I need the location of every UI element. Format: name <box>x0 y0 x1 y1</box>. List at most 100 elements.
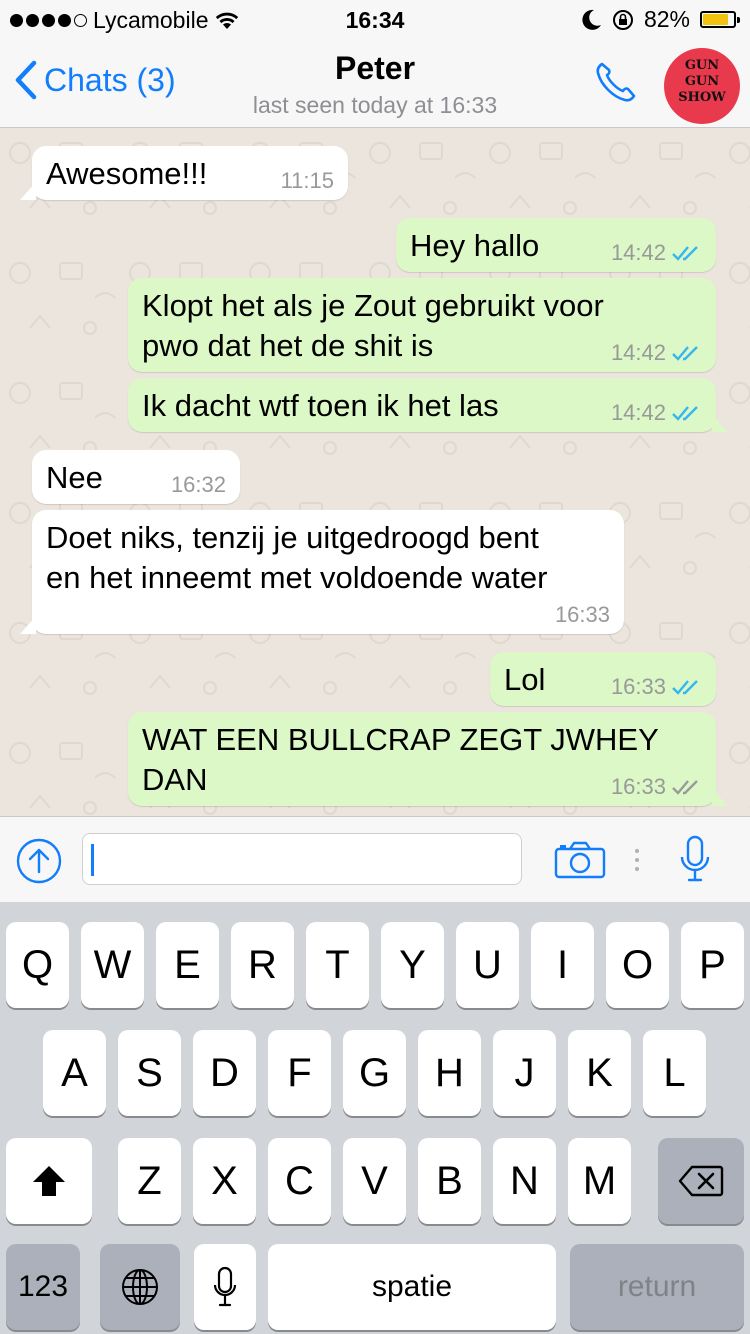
message-bubble-incoming[interactable]: Awesome!!! 11:15 <box>20 146 348 200</box>
double-check-read-icon <box>672 406 698 421</box>
message-bubble-incoming[interactable]: Nee 16:32 <box>32 450 240 504</box>
camera-icon <box>554 841 606 879</box>
key-i[interactable]: I <box>531 922 594 1008</box>
upload-arrow-icon <box>16 838 62 884</box>
avatar-logo: GUN GUN SHOW <box>664 58 740 106</box>
message-meta: 16:32 <box>171 472 226 498</box>
microphone-icon <box>680 835 710 882</box>
key-x[interactable]: X <box>193 1138 256 1224</box>
message-meta: 14:42 <box>611 400 702 426</box>
message-bubble-outgoing[interactable]: WAT EEN BULLCRAP ZEGT JWHEY DAN 16:33 <box>128 712 728 806</box>
double-check-read-icon <box>672 246 698 261</box>
message-bubble-outgoing[interactable]: Ik dacht wtf toen ik het las 14:42 <box>128 378 728 432</box>
more-dots-icon <box>635 849 639 871</box>
message-meta: 16:33 <box>555 602 610 628</box>
key-c[interactable]: C <box>268 1138 331 1224</box>
phone-icon <box>596 62 636 102</box>
shift-key[interactable] <box>6 1138 92 1224</box>
compose-bar <box>0 816 750 902</box>
call-button[interactable] <box>592 58 640 111</box>
key-p[interactable]: P <box>681 922 744 1008</box>
message-time: 16:33 <box>610 674 666 699</box>
key-l[interactable]: L <box>643 1030 706 1116</box>
message-time: 16:33 <box>610 774 666 799</box>
message-text: Doet niks, tenzij je uitgedroogd bent en… <box>46 520 548 595</box>
battery-icon <box>700 11 740 28</box>
message-list[interactable]: Awesome!!! 11:15 Hey hallo 14:42 Klopt h… <box>0 128 750 816</box>
moon-icon <box>582 9 601 30</box>
message-time: 11:15 <box>280 168 334 193</box>
message-text: Nee <box>46 460 103 495</box>
message-text: Klopt het als je Zout gebruikt voor pwo … <box>142 288 604 363</box>
space-key[interactable]: spatie <box>268 1244 556 1330</box>
globe-key[interactable] <box>100 1244 180 1330</box>
message-meta: 16:33 <box>611 674 702 700</box>
text-cursor <box>91 844 94 876</box>
message-meta: 11:15 <box>281 168 334 194</box>
message-meta: 14:42 <box>611 340 702 366</box>
key-d[interactable]: D <box>193 1030 256 1116</box>
backspace-icon <box>678 1165 724 1197</box>
battery-percent: 82% <box>643 6 690 32</box>
delete-key[interactable] <box>658 1138 744 1224</box>
dictation-key[interactable] <box>194 1244 256 1330</box>
chat-header: Chats (3) Peter last seen today at 16:33… <box>0 40 750 128</box>
key-b[interactable]: B <box>418 1138 481 1224</box>
key-q[interactable]: Q <box>6 922 69 1008</box>
message-text: Lol <box>504 662 546 697</box>
microphone-icon <box>213 1266 237 1307</box>
message-meta: 16:33 <box>611 774 702 800</box>
key-y[interactable]: Y <box>381 922 444 1008</box>
key-f[interactable]: F <box>268 1030 331 1116</box>
contact-avatar[interactable]: GUN GUN SHOW <box>664 48 740 124</box>
key-e[interactable]: E <box>156 922 219 1008</box>
key-o[interactable]: O <box>606 922 669 1008</box>
avatar-logo-line: GUN <box>684 74 720 89</box>
key-r[interactable]: R <box>231 922 294 1008</box>
numbers-key[interactable]: 123 <box>6 1244 80 1330</box>
message-text: Ik dacht wtf toen ik het las <box>142 388 499 423</box>
message-time: 16:33 <box>554 602 610 627</box>
key-m[interactable]: M <box>568 1138 631 1224</box>
status-right: 82% <box>582 6 740 33</box>
key-v[interactable]: V <box>343 1138 406 1224</box>
double-check-read-icon <box>672 680 698 695</box>
message-time: 14:42 <box>610 240 666 265</box>
key-a[interactable]: A <box>43 1030 106 1116</box>
double-check-delivered-icon <box>672 780 698 795</box>
message-bubble-outgoing[interactable]: Hey hallo 14:42 <box>396 218 716 272</box>
return-key[interactable]: return <box>570 1244 744 1330</box>
key-w[interactable]: W <box>81 922 144 1008</box>
key-t[interactable]: T <box>306 922 369 1008</box>
globe-icon <box>122 1269 158 1305</box>
message-text: Hey hallo <box>410 228 540 263</box>
message-time: 14:42 <box>610 400 666 425</box>
message-bubble-outgoing[interactable]: Klopt het als je Zout gebruikt voor pwo … <box>128 278 716 372</box>
status-bar: Lycamobile 16:34 82% <box>0 0 750 40</box>
key-n[interactable]: N <box>493 1138 556 1224</box>
avatar-logo-line: GUN <box>684 58 720 73</box>
key-s[interactable]: S <box>118 1030 181 1116</box>
key-g[interactable]: G <box>343 1030 406 1116</box>
key-u[interactable]: U <box>456 922 519 1008</box>
camera-button[interactable] <box>554 841 606 884</box>
attach-button[interactable] <box>16 838 62 889</box>
key-k[interactable]: K <box>568 1030 631 1116</box>
message-meta: 14:42 <box>611 240 702 266</box>
message-input[interactable] <box>82 833 522 885</box>
orientation-lock-icon <box>612 9 633 30</box>
message-text: WAT EEN BULLCRAP ZEGT JWHEY DAN <box>142 722 659 797</box>
key-z[interactable]: Z <box>118 1138 181 1224</box>
keyboard: Q W E R T Y U I O P A S D F G H J K L Z … <box>0 902 750 1334</box>
avatar-logo-line: SHOW <box>678 90 726 105</box>
shift-arrow-icon <box>33 1166 65 1196</box>
key-j[interactable]: J <box>493 1030 556 1116</box>
double-check-read-icon <box>672 346 698 361</box>
message-text: Awesome!!! <box>46 156 208 191</box>
message-time: 14:42 <box>610 340 666 365</box>
key-h[interactable]: H <box>418 1030 481 1116</box>
message-bubble-incoming[interactable]: Doet niks, tenzij je uitgedroogd bent en… <box>20 510 624 634</box>
voice-message-button[interactable] <box>680 835 710 888</box>
message-time: 16:32 <box>170 472 226 497</box>
message-bubble-outgoing[interactable]: Lol 16:33 <box>490 652 716 706</box>
